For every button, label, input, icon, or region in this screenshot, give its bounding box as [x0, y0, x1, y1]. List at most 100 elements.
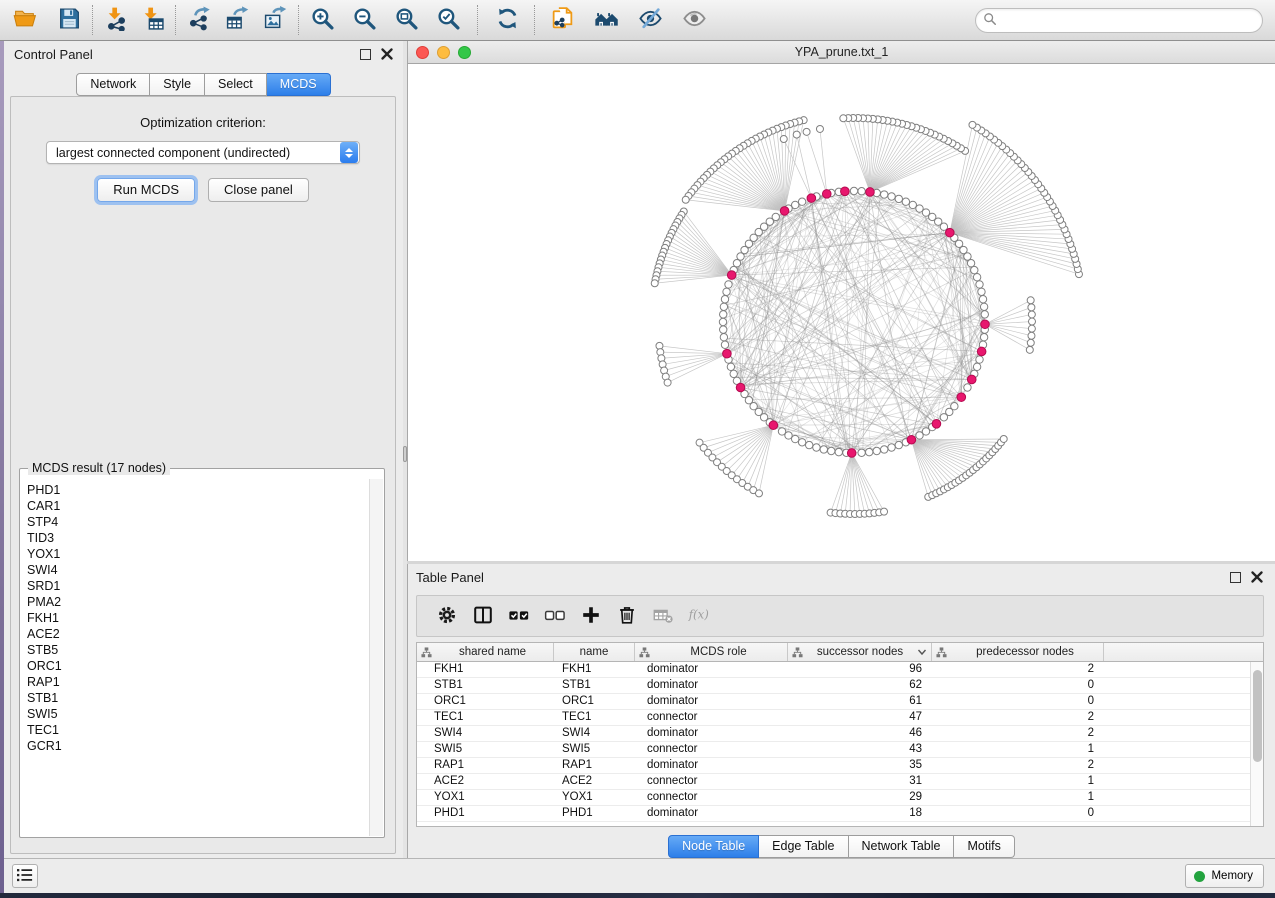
mcds-result-item[interactable]: PHD1	[27, 482, 363, 498]
import-network-button[interactable]	[101, 5, 131, 35]
column-header-successor-nodes[interactable]: successor nodes	[788, 643, 932, 661]
network-leaf-node[interactable]	[1027, 339, 1034, 346]
function-builder-button[interactable]: f(x)	[681, 598, 717, 634]
float-panel-icon[interactable]	[360, 49, 371, 60]
network-node[interactable]	[888, 193, 895, 200]
network-leaf-node[interactable]	[881, 508, 888, 515]
network-node[interactable]	[873, 447, 880, 454]
network-node[interactable]	[835, 448, 842, 455]
network-node[interactable]	[909, 201, 916, 208]
export-network-button[interactable]	[184, 5, 214, 35]
mcds-result-item[interactable]: STP4	[27, 514, 363, 530]
close-panel-button[interactable]: Close panel	[208, 178, 309, 202]
mcds-result-item[interactable]: TEC1	[27, 722, 363, 738]
first-neighbors-button[interactable]	[591, 5, 621, 35]
mcds-list-scrollbar[interactable]	[369, 479, 383, 836]
network-canvas[interactable]	[407, 64, 1275, 561]
table-row[interactable]: SWI5SWI5connector431	[417, 742, 1263, 758]
close-panel-icon[interactable]	[1251, 571, 1263, 583]
network-node[interactable]	[805, 441, 812, 448]
network-node[interactable]	[976, 281, 983, 288]
network-leaf-node[interactable]	[1027, 297, 1034, 304]
network-node[interactable]	[720, 334, 727, 341]
network-leaf-node[interactable]	[1028, 318, 1035, 325]
network-node[interactable]	[850, 187, 857, 194]
save-session-button[interactable]	[54, 5, 84, 35]
network-leaf-node[interactable]	[1000, 435, 1007, 442]
network-node[interactable]	[979, 296, 986, 303]
network-node[interactable]	[895, 195, 902, 202]
network-node[interactable]	[721, 341, 728, 348]
network-mcds-node[interactable]	[723, 349, 732, 358]
network-node[interactable]	[719, 318, 726, 325]
network-mcds-node[interactable]	[977, 347, 986, 356]
mcds-result-item[interactable]: CAR1	[27, 498, 363, 514]
network-node[interactable]	[733, 260, 740, 267]
scrollbar-thumb[interactable]	[1253, 670, 1262, 762]
network-leaf-node[interactable]	[1028, 311, 1035, 318]
export-image-button[interactable]	[260, 5, 290, 35]
network-leaf-node[interactable]	[682, 196, 689, 203]
tab-mcds[interactable]: MCDS	[267, 73, 331, 96]
create-column-button[interactable]	[573, 598, 609, 634]
network-node[interactable]	[813, 444, 820, 451]
network-node[interactable]	[798, 439, 805, 446]
network-node[interactable]	[978, 288, 985, 295]
network-node[interactable]	[820, 446, 827, 453]
network-mcds-node[interactable]	[866, 188, 875, 197]
network-leaf-node[interactable]	[1028, 325, 1035, 332]
delete-columns-button[interactable]	[609, 598, 645, 634]
network-node[interactable]	[792, 435, 799, 442]
network-mcds-node[interactable]	[780, 207, 789, 216]
network-leaf-node[interactable]	[651, 280, 658, 287]
network-node[interactable]	[916, 205, 923, 212]
table-row[interactable]: YOX1YOX1connector291	[417, 790, 1263, 806]
network-mcds-node[interactable]	[847, 449, 856, 458]
zoom-out-button[interactable]	[349, 5, 379, 35]
show-all-button[interactable]	[679, 5, 709, 35]
delete-table-button[interactable]	[645, 598, 681, 634]
search-box[interactable]	[975, 8, 1263, 33]
export-table-button[interactable]	[222, 5, 252, 35]
network-leaf-node[interactable]	[1026, 346, 1033, 353]
mcds-result-item[interactable]: ORC1	[27, 658, 363, 674]
mcds-result-item[interactable]: SWI4	[27, 562, 363, 578]
network-node[interactable]	[720, 311, 727, 318]
network-mcds-node[interactable]	[807, 194, 816, 203]
select-all-columns-button[interactable]	[501, 598, 537, 634]
open-session-button[interactable]	[10, 5, 40, 35]
network-node[interactable]	[951, 403, 958, 410]
network-node[interactable]	[964, 384, 971, 391]
network-mcds-node[interactable]	[932, 420, 941, 429]
table-row[interactable]: PHD1PHD1dominator180	[417, 806, 1263, 822]
network-mcds-node[interactable]	[957, 393, 966, 402]
network-node[interactable]	[720, 326, 727, 333]
mcds-result-item[interactable]: TID3	[27, 530, 363, 546]
network-node[interactable]	[858, 188, 865, 195]
network-node[interactable]	[971, 266, 978, 273]
network-node[interactable]	[720, 303, 727, 310]
network-node[interactable]	[727, 363, 734, 370]
tab-motifs[interactable]: Motifs	[954, 835, 1014, 858]
new-network-from-selection-button[interactable]	[547, 5, 577, 35]
network-leaf-node[interactable]	[793, 131, 800, 138]
deselect-all-columns-button[interactable]	[537, 598, 573, 634]
hide-selected-button[interactable]	[635, 5, 665, 35]
network-node[interactable]	[967, 260, 974, 267]
network-node[interactable]	[980, 303, 987, 310]
mcds-result-item[interactable]: FKH1	[27, 610, 363, 626]
table-row[interactable]: SWI4SWI4dominator462	[417, 726, 1263, 742]
network-leaf-node[interactable]	[780, 136, 787, 143]
network-node[interactable]	[866, 448, 873, 455]
network-leaf-node[interactable]	[969, 121, 976, 128]
mcds-result-list[interactable]: PHD1CAR1STP4TID3YOX1SWI4SRD1PMA2FKH1ACE2…	[21, 479, 369, 836]
column-header-name[interactable]: name	[554, 643, 635, 661]
network-node[interactable]	[798, 198, 805, 205]
network-mcds-node[interactable]	[946, 228, 955, 237]
float-panel-icon[interactable]	[1230, 572, 1241, 583]
network-node[interactable]	[976, 356, 983, 363]
zoom-fit-button[interactable]	[391, 5, 421, 35]
mcds-result-item[interactable]: GCR1	[27, 738, 363, 754]
network-leaf-node[interactable]	[755, 490, 762, 497]
tab-select[interactable]: Select	[205, 73, 267, 96]
